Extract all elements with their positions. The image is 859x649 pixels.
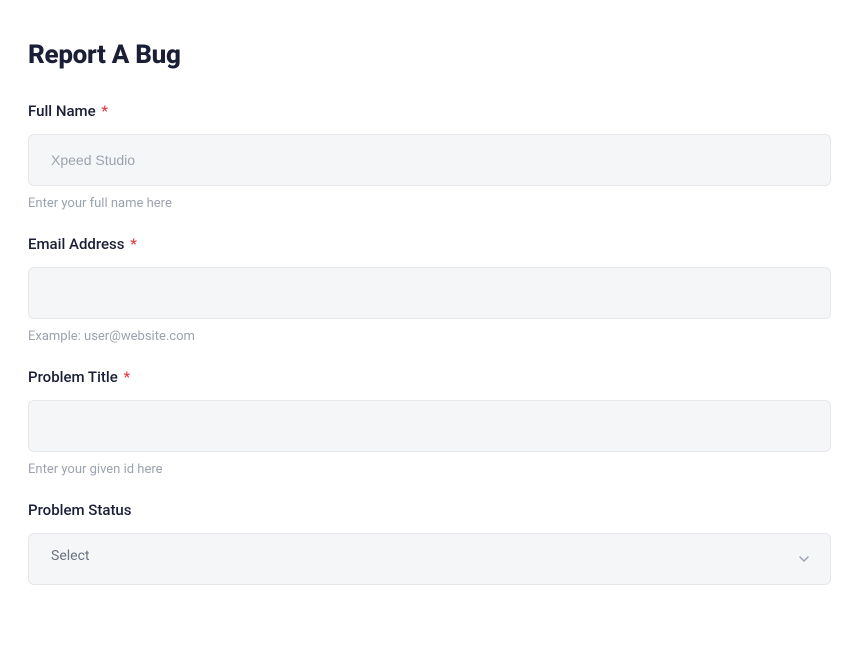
required-mark: * [123,368,130,386]
email-input[interactable] [28,267,831,319]
problem-title-label: Problem Title * [28,368,831,386]
page-title: Report A Bug [28,40,831,70]
problem-title-input[interactable] [28,400,831,452]
full-name-label-text: Full Name [28,102,96,120]
full-name-help: Enter your full name here [28,196,831,211]
full-name-label: Full Name * [28,102,831,120]
email-label: Email Address * [28,235,831,253]
required-mark: * [101,102,108,120]
problem-title-help: Enter your given id here [28,462,831,477]
select-wrapper: Select [28,533,831,585]
problem-status-select[interactable]: Select [28,533,831,585]
field-group-problem-title: Problem Title * Enter your given id here [28,368,831,477]
problem-status-label: Problem Status [28,501,831,519]
problem-status-label-text: Problem Status [28,501,132,519]
field-group-full-name: Full Name * Enter your full name here [28,102,831,211]
full-name-input[interactable] [28,134,831,186]
problem-title-label-text: Problem Title [28,368,118,386]
email-help: Example: user@website.com [28,329,831,344]
field-group-email: Email Address * Example: user@website.co… [28,235,831,344]
email-label-text: Email Address [28,235,125,253]
field-group-problem-status: Problem Status Select [28,501,831,585]
required-mark: * [130,235,137,253]
